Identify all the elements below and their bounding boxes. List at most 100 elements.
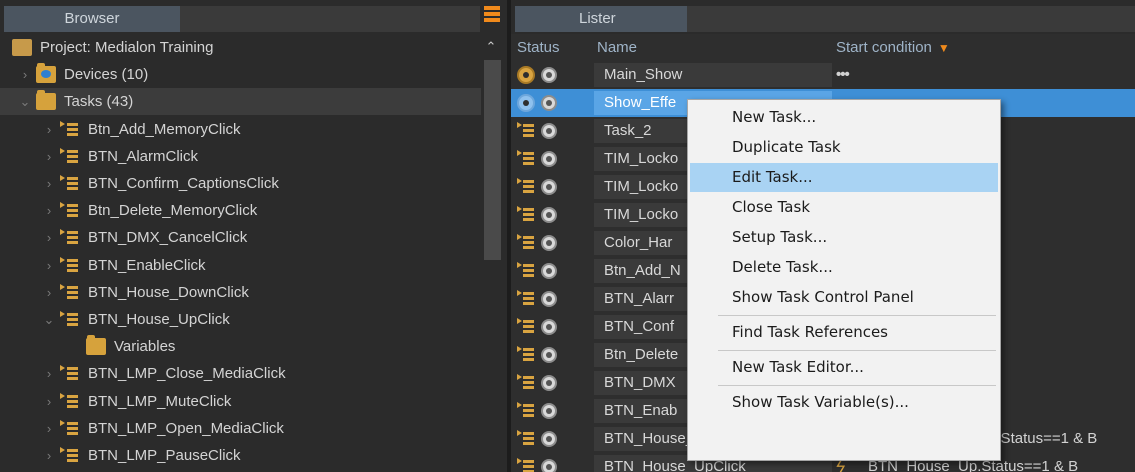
chevron-right-icon[interactable]: › bbox=[42, 388, 56, 415]
task-icon-line bbox=[523, 246, 534, 249]
tree-item-label: BTN_AlarmClick bbox=[88, 147, 199, 165]
menu-item[interactable]: Edit Task... bbox=[690, 163, 998, 192]
task-icon-line bbox=[523, 414, 534, 417]
chevron-right-icon[interactable]: › bbox=[42, 170, 56, 197]
task-icon-arrow bbox=[60, 175, 65, 181]
task-icon-line bbox=[523, 460, 534, 463]
task-icon bbox=[517, 318, 535, 336]
chevron-right-icon[interactable]: › bbox=[42, 197, 56, 224]
task-icon-arrow bbox=[517, 430, 522, 436]
sort-desc-icon: ▼ bbox=[937, 41, 950, 55]
task-icon-line bbox=[523, 292, 534, 295]
browser-tab[interactable]: Browser bbox=[4, 6, 180, 32]
tree-item[interactable]: › BTN_Confirm_CaptionsClick bbox=[0, 170, 481, 197]
lister-tab-strip: Lister bbox=[511, 0, 1135, 34]
chevron-right-icon[interactable]: › bbox=[18, 61, 32, 88]
menu-item[interactable]: Find Task References bbox=[690, 318, 998, 347]
status-indicator-icon bbox=[541, 431, 557, 447]
tree-item-label: BTN_DMX_CancelClick bbox=[88, 229, 248, 247]
task-icon bbox=[60, 311, 80, 328]
devices-folder-icon bbox=[36, 63, 56, 84]
task-icon-line bbox=[523, 264, 534, 267]
task-icon bbox=[517, 346, 535, 364]
chevron-right-icon[interactable]: › bbox=[42, 116, 56, 143]
task-icon bbox=[60, 202, 80, 219]
tree-item-label: Btn_Add_MemoryClick bbox=[88, 120, 241, 138]
menu-separator bbox=[718, 315, 996, 316]
tree-item[interactable]: ⌄ BTN_House_UpClick bbox=[0, 306, 481, 333]
chevron-right-icon[interactable]: › bbox=[42, 415, 56, 442]
task-icon bbox=[60, 120, 80, 138]
menu-item[interactable]: Show Task Variable(s)... bbox=[690, 388, 998, 417]
tree-item[interactable]: › BTN_House_DownClick bbox=[0, 279, 481, 306]
tree-item[interactable]: › BTN_DMX_CancelClick bbox=[0, 224, 481, 251]
tree-item-label: Devices (10) bbox=[64, 66, 149, 84]
scroll-up-arrow-icon[interactable]: ⌃ bbox=[481, 36, 501, 58]
task-icon-line bbox=[523, 297, 534, 300]
browser-scrollbar-thumb[interactable] bbox=[484, 60, 501, 260]
chevron-right-icon[interactable]: › bbox=[42, 279, 56, 306]
tree-item[interactable]: › Devices (10) bbox=[0, 61, 481, 88]
tree-item[interactable]: › Btn_Add_MemoryClick bbox=[0, 116, 481, 143]
menu-item[interactable]: New Task... bbox=[690, 103, 998, 132]
column-start-condition[interactable]: Start condition ▼ bbox=[836, 34, 950, 61]
chevron-down-icon[interactable]: ⌄ bbox=[18, 88, 32, 115]
task-icon-arrow bbox=[60, 229, 65, 236]
table-row[interactable]: Main_Show ••• bbox=[511, 61, 1135, 89]
tree-item[interactable]: › BTN_LMP_Close_MediaClick bbox=[0, 360, 481, 387]
menu-item[interactable]: New Task Editor... bbox=[690, 353, 998, 382]
task-icon-line bbox=[67, 454, 78, 457]
task-icon-line bbox=[67, 154, 78, 158]
task-icon-line bbox=[523, 129, 534, 132]
tree-item[interactable]: › Btn_Delete_MemoryClick bbox=[0, 197, 481, 224]
menu-item[interactable]: Setup Task... bbox=[690, 223, 998, 252]
task-icon-line bbox=[523, 330, 534, 333]
task-icon-line bbox=[67, 421, 78, 425]
tree-item[interactable]: › BTN_LMP_PauseClick bbox=[0, 442, 481, 469]
task-icon-line bbox=[523, 218, 534, 221]
panel-menu-icon[interactable] bbox=[484, 6, 500, 26]
task-icon bbox=[60, 175, 80, 192]
task-icon-line bbox=[523, 162, 534, 165]
task-icon bbox=[517, 262, 535, 280]
menu-item[interactable]: Duplicate Task bbox=[690, 133, 998, 162]
tree-item[interactable]: › BTN_LMP_MuteClick bbox=[0, 388, 481, 415]
tree-item-label: BTN_House_DownClick bbox=[88, 283, 249, 301]
tree-item[interactable]: Variables bbox=[0, 333, 481, 360]
tree-item[interactable]: › BTN_AlarmClick bbox=[0, 143, 481, 170]
chevron-right-icon[interactable]: › bbox=[42, 224, 56, 251]
column-name[interactable]: Name bbox=[597, 34, 637, 61]
chevron-down-icon[interactable]: ⌄ bbox=[42, 306, 56, 333]
task-icon-line bbox=[523, 432, 534, 435]
menu-item[interactable]: Close Task bbox=[690, 193, 998, 222]
task-icon-line bbox=[67, 367, 78, 371]
chevron-right-icon[interactable]: › bbox=[42, 360, 56, 387]
chevron-right-icon[interactable]: › bbox=[42, 252, 56, 279]
task-icon bbox=[517, 290, 535, 308]
task-icon bbox=[517, 374, 535, 392]
tree-item[interactable]: › BTN_EnableClick bbox=[0, 252, 481, 279]
task-icon bbox=[60, 447, 80, 464]
status-indicator-icon bbox=[541, 459, 557, 472]
tree-item[interactable]: ⌄ Tasks (43) bbox=[0, 88, 481, 116]
task-icon-line bbox=[523, 157, 534, 160]
task-icon-line bbox=[523, 208, 534, 211]
tree-item-label: Project: Medialon Training bbox=[40, 39, 214, 56]
task-icon-line bbox=[67, 399, 78, 403]
menu-item[interactable]: Delete Task... bbox=[690, 253, 998, 282]
chevron-right-icon[interactable]: › bbox=[42, 143, 56, 170]
task-icon-line bbox=[523, 465, 534, 468]
tree-item[interactable]: › BTN_LMP_Open_MediaClick bbox=[0, 415, 481, 442]
task-icon-line bbox=[523, 241, 534, 244]
lister-tab[interactable]: Lister bbox=[515, 6, 687, 32]
task-icon-line bbox=[67, 263, 78, 267]
task-icon-line bbox=[523, 325, 534, 328]
tree-item[interactable]: Project: Medialon Training bbox=[0, 34, 481, 61]
task-icon-line bbox=[523, 381, 534, 384]
menu-item[interactable]: Show Task Control Panel bbox=[690, 283, 998, 312]
task-icon-line bbox=[67, 127, 78, 131]
task-icon bbox=[517, 206, 535, 224]
task-icon-arrow bbox=[60, 147, 65, 154]
column-status[interactable]: Status bbox=[517, 34, 560, 61]
chevron-right-icon[interactable]: › bbox=[42, 442, 56, 469]
